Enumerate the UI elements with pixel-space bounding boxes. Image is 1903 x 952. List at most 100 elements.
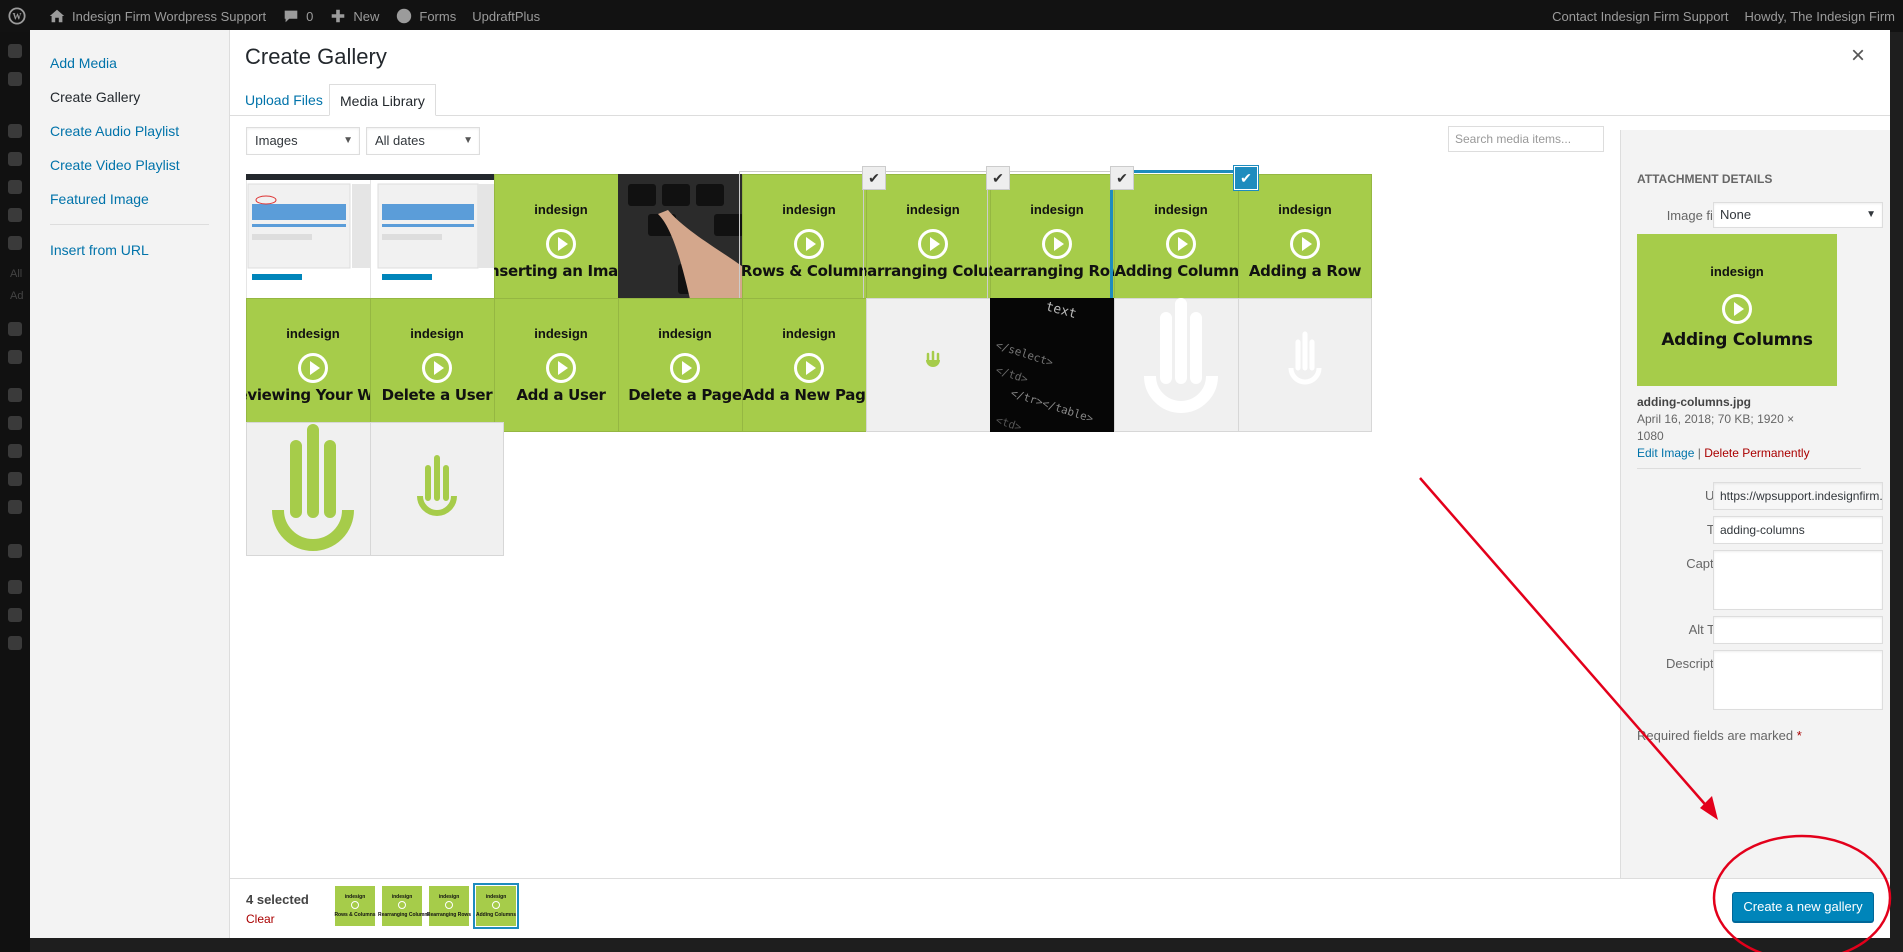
menu-create-video-playlist[interactable]: Create Video Playlist — [30, 148, 229, 182]
attachment-delete-page[interactable]: indesign Delete a Page — [618, 298, 752, 432]
forms-menu-icon[interactable] — [8, 208, 22, 222]
attachment-add-user[interactable]: indesign Add a User — [494, 298, 628, 432]
settings-icon[interactable] — [8, 500, 22, 514]
users-icon[interactable] — [8, 444, 22, 458]
selected-thumb-2[interactable]: indesign Rearranging Columns — [378, 886, 430, 926]
selected-thumb-3[interactable]: indesign Rearranging Rows — [427, 886, 471, 926]
attachment-delete-user[interactable]: indesign Delete a User — [370, 298, 504, 432]
plugins-icon[interactable] — [8, 416, 22, 430]
selected-thumb-1[interactable]: indesign Rows & Columns — [334, 886, 376, 926]
menu-create-audio-playlist[interactable]: Create Audio Playlist — [30, 114, 229, 148]
attachment-medium-hand-green[interactable] — [370, 422, 504, 556]
date-filter[interactable]: All dates ▼ — [366, 127, 480, 155]
attachment-rearranging-columns[interactable]: indesign Rearranging Columns — [863, 171, 1003, 311]
menu-all-label[interactable]: All — [10, 268, 22, 280]
appearance-icon[interactable] — [8, 388, 22, 402]
keyboard-photo — [618, 174, 752, 308]
dashboard-icon[interactable] — [8, 44, 22, 58]
caption-field[interactable] — [1713, 550, 1883, 610]
play-icon — [351, 901, 359, 909]
details-heading: Attachment Details — [1637, 172, 1773, 186]
wordpress-logo-icon[interactable]: W — [0, 0, 40, 32]
indesign-logo: indesign — [410, 326, 464, 341]
media-type-value: Images — [255, 133, 298, 148]
posts-icon[interactable] — [8, 124, 22, 138]
description-field[interactable] — [1713, 650, 1883, 710]
links-icon[interactable] — [8, 180, 22, 194]
collapse-menu-icon[interactable] — [8, 636, 22, 650]
comments-link[interactable]: 0 — [274, 0, 321, 32]
chevron-down-icon: ▼ — [343, 135, 353, 146]
attachment-actions: Edit Image | Delete Permanently — [1637, 446, 1810, 460]
attachment-inserting-image[interactable]: indesign Inserting an Image — [494, 174, 628, 308]
indesign-logo: indesign — [1030, 202, 1084, 217]
alt-text-field[interactable] — [1713, 616, 1883, 644]
attachment-adding-columns[interactable]: indesign Adding Columns — [1110, 170, 1252, 312]
attachment-small-hand-white[interactable] — [1238, 298, 1372, 432]
menu-insert-from-url[interactable]: Insert from URL — [30, 233, 229, 267]
screenshot-thumbnail — [370, 174, 504, 308]
updraft-icon[interactable] — [8, 72, 22, 86]
media-icon[interactable] — [8, 152, 22, 166]
play-icon — [398, 901, 406, 909]
attachment-meta-2: 1080 — [1637, 429, 1664, 443]
search-input[interactable]: Search media items... — [1448, 126, 1604, 152]
media-type-filter[interactable]: Images ▼ — [246, 127, 360, 155]
attachment-small-hand-logo[interactable] — [866, 298, 1000, 432]
attachment-keyboard-photo[interactable] — [618, 174, 752, 308]
edit-image-link[interactable]: Edit Image — [1637, 446, 1694, 460]
pages-icon[interactable] — [8, 236, 22, 250]
howdy-user-menu[interactable]: Howdy, The Indesign Firm — [1736, 0, 1903, 32]
attachment-reviewing-work[interactable]: indesign Reviewing Your Work — [246, 298, 380, 432]
attachment-add-new-page[interactable]: indesign Add a New Page — [742, 298, 876, 432]
create-new-gallery-button[interactable]: Create a new gallery — [1732, 892, 1874, 922]
preview-caption: Adding Columns — [1661, 330, 1813, 350]
updraftplus-link[interactable]: UpdraftPlus — [464, 0, 548, 32]
delete-permanently-link[interactable]: Delete Permanently — [1704, 446, 1809, 460]
title-field[interactable]: adding-columns — [1713, 516, 1883, 544]
clear-selection-link[interactable]: Clear — [246, 912, 275, 926]
hand-logo-icon — [926, 350, 940, 367]
close-icon[interactable]: × — [1846, 44, 1870, 68]
indesign-logo: indesign — [534, 326, 588, 341]
svg-text:W: W — [13, 12, 22, 22]
extra-icon[interactable] — [8, 580, 22, 594]
menu-add-label[interactable]: Ad — [10, 290, 23, 302]
tab-upload-files[interactable]: Upload Files — [235, 84, 333, 116]
analytics-icon[interactable] — [8, 350, 22, 364]
extra-icon-2[interactable] — [8, 608, 22, 622]
checkmark-icon[interactable]: ✔ — [1234, 166, 1258, 190]
menu-featured-image[interactable]: Featured Image — [30, 182, 229, 216]
menu-separator — [50, 224, 209, 225]
new-content-link[interactable]: New — [321, 0, 387, 32]
comments-menu-icon[interactable] — [8, 322, 22, 336]
contact-support-link[interactable]: Contact Indesign Firm Support — [1544, 0, 1736, 32]
menu-create-gallery[interactable]: Create Gallery — [30, 80, 229, 114]
image-filter-select[interactable]: None ▼ — [1713, 202, 1883, 228]
play-icon — [794, 229, 824, 259]
attachment-rows-columns[interactable]: indesign Rows & Columns — [739, 171, 879, 311]
attachment-screenshot-1[interactable] — [246, 174, 380, 308]
tab-media-library[interactable]: Media Library — [329, 84, 436, 116]
selected-thumb-4[interactable]: indesign Adding Columns — [473, 883, 519, 929]
checkmark-icon[interactable]: ✔ — [862, 166, 886, 190]
indesign-logo: indesign — [906, 202, 960, 217]
attachment-screenshot-2[interactable] — [370, 174, 504, 308]
attachment-large-hand-green[interactable] — [246, 422, 380, 556]
attachment-large-hand-white[interactable] — [1114, 298, 1248, 432]
checkmark-icon[interactable]: ✔ — [1110, 166, 1134, 190]
menu-add-media[interactable]: Add Media — [30, 46, 229, 80]
video-caption: Rearranging Columns — [866, 262, 1000, 280]
checkmark-icon[interactable]: ✔ — [986, 166, 1010, 190]
tools-icon[interactable] — [8, 472, 22, 486]
site-name-link[interactable]: Indesign Firm Wordpress Support — [40, 0, 274, 32]
seo-icon[interactable] — [8, 544, 22, 558]
attachment-code-photo[interactable]: text </select> </td> </tr></table> <td> — [990, 298, 1124, 432]
play-icon — [546, 353, 576, 383]
url-field[interactable]: https://wpsupport.indesignfirm.com/ — [1713, 482, 1883, 510]
date-filter-value: All dates — [375, 133, 425, 148]
play-icon — [670, 353, 700, 383]
forms-link[interactable]: Forms — [387, 0, 464, 32]
attachment-rearranging-rows[interactable]: indesign Rearranging Rows — [987, 171, 1127, 311]
attachment-adding-row[interactable]: indesign Adding a Row — [1238, 174, 1372, 308]
